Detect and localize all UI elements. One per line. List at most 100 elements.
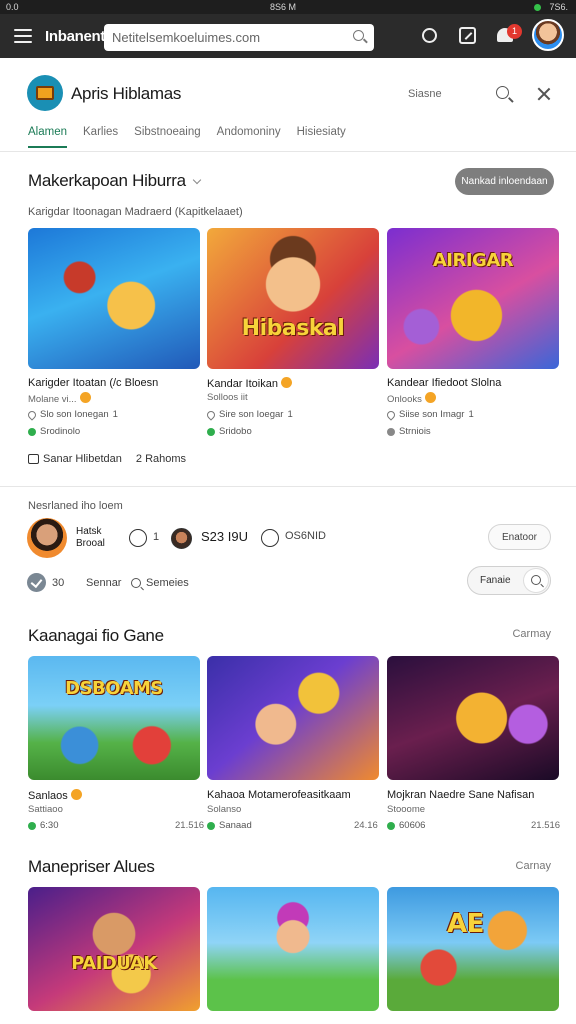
- creator-id: OS6NID: [285, 530, 326, 542]
- tab-3[interactable]: Andomoniny: [217, 126, 281, 148]
- signal-icon: [534, 3, 542, 11]
- creator-count: 1: [153, 531, 160, 543]
- game-thumbnail[interactable]: Hibaskal: [207, 228, 379, 369]
- emoji-icon: [79, 392, 91, 403]
- online-icon: [28, 427, 36, 436]
- thumbnail-title: PAIDUAK: [71, 953, 157, 974]
- tab-0[interactable]: Alamen: [28, 126, 67, 148]
- calendar-icon: [28, 454, 39, 464]
- app-bar: Inbanent Netitelsemkoeluimes.com 1: [0, 14, 576, 58]
- game-thumbnail[interactable]: [207, 887, 379, 1011]
- follow-button[interactable]: Enatoor: [488, 524, 551, 550]
- tab-bar: Alamen Karlies Sibstnoeaing Andomoniny H…: [28, 126, 346, 148]
- address-bar[interactable]: Netitelsemkoeluimes.com: [104, 24, 374, 51]
- menu-icon[interactable]: [14, 29, 32, 43]
- notification-badge: 1: [507, 24, 522, 39]
- game-title[interactable]: Kandar Itoikan: [207, 377, 292, 390]
- creator-avatar[interactable]: [27, 518, 67, 558]
- games-section-title: Kaanagai fio Gane: [28, 626, 164, 645]
- toggle-knob[interactable]: [523, 568, 549, 593]
- game-plays: 21.516: [531, 820, 561, 831]
- follower-avatar[interactable]: [171, 528, 192, 549]
- featured-footer[interactable]: Sanar Hlibetdan 2 Rahoms: [28, 453, 186, 465]
- search-link[interactable]: Semeies: [146, 577, 189, 589]
- heart-icon[interactable]: [385, 408, 397, 421]
- game-players: Sridobo: [207, 426, 252, 437]
- game-title[interactable]: Kandear Ifiedoot Slolna: [387, 377, 501, 389]
- emoji-icon: [424, 392, 436, 403]
- game-meta: Onlooks: [387, 392, 436, 405]
- record-icon[interactable]: [422, 28, 437, 43]
- edit-icon[interactable]: [459, 27, 476, 44]
- game-plays: 24.16: [354, 820, 378, 831]
- game-thumbnail[interactable]: DSBOAMS: [28, 656, 200, 780]
- search-icon[interactable]: [131, 578, 141, 588]
- more-section-title: Manepriser Alues: [28, 857, 155, 876]
- thumbnail-title: AE: [447, 909, 484, 939]
- logo-icon: [36, 86, 54, 100]
- clock-icon: [261, 529, 279, 547]
- creator-followers: 30: [52, 577, 65, 589]
- status-left: 0.0: [6, 2, 19, 12]
- emoji-icon: [70, 789, 82, 800]
- game-thumbnail[interactable]: PAIDUAK: [28, 887, 200, 1011]
- game-title[interactable]: Mojkran Naedre Sane Nafisan: [387, 789, 534, 801]
- game-thumbnail[interactable]: AE: [387, 887, 559, 1011]
- games-see-more[interactable]: Carmay: [512, 628, 551, 640]
- game-meta: Sattiaoo: [28, 804, 63, 815]
- game-players: 60606: [387, 820, 425, 831]
- game-thumbnail[interactable]: AIRIGAR: [387, 228, 559, 369]
- game-meta: Solanso: [207, 804, 242, 815]
- tab-4[interactable]: Hisiesiaty: [297, 126, 346, 148]
- game-meta: Solloos iit: [207, 392, 248, 403]
- tab-1[interactable]: Karlies: [83, 126, 118, 148]
- thumbnail-title: DSBOAMS: [65, 678, 163, 699]
- featured-action-button[interactable]: Nankad inloendaan: [455, 168, 554, 195]
- tab-2[interactable]: Sibstnoeaing: [134, 126, 201, 148]
- game-likes: Slo son Ionegan 1: [26, 408, 118, 421]
- site-title: Apris Hiblamas: [71, 84, 182, 103]
- game-thumbnail[interactable]: [387, 656, 559, 780]
- verified-icon: [27, 573, 46, 592]
- app-name: Inbanent: [45, 28, 106, 45]
- tabs-divider: [0, 151, 576, 152]
- game-title[interactable]: Kahaoa Motamerofeasitkaam: [207, 789, 351, 801]
- profile-avatar[interactable]: [532, 19, 564, 51]
- online-icon: [387, 821, 395, 830]
- heart-icon[interactable]: [26, 408, 38, 421]
- online-icon: [28, 821, 36, 830]
- game-thumbnail[interactable]: [207, 656, 379, 780]
- more-see-more[interactable]: Carnay: [516, 860, 551, 872]
- game-players: Strniois: [387, 426, 431, 437]
- game-title[interactable]: Sanlaos: [28, 789, 82, 802]
- search-icon: [531, 575, 541, 585]
- game-meta: Molane vi...: [28, 392, 91, 405]
- chevron-down-icon[interactable]: [192, 175, 202, 185]
- creator-stat: S23 I9U: [201, 529, 248, 544]
- filter-toggle[interactable]: Fanaie: [467, 566, 551, 595]
- game-players: 6:30: [28, 820, 59, 831]
- battery-label: 7S6.: [549, 2, 568, 12]
- heart-icon[interactable]: [205, 408, 217, 421]
- record-icon[interactable]: [129, 529, 147, 547]
- search-icon[interactable]: [353, 30, 364, 41]
- sennar-link[interactable]: Sennar: [86, 577, 121, 589]
- address-text: Netitelsemkoeluimes.com: [112, 30, 261, 45]
- online-icon: [207, 427, 215, 436]
- status-right: 7S6.: [534, 2, 568, 12]
- status-clock: 8S6 M: [270, 2, 297, 12]
- online-icon: [207, 821, 215, 830]
- site-logo[interactable]: [27, 75, 63, 111]
- share-button[interactable]: Siasne: [408, 88, 442, 100]
- thumbnail-title: Hibaskal: [241, 316, 345, 341]
- search-icon[interactable]: [496, 86, 509, 99]
- creator-name[interactable]: Hatsk Brooal: [76, 526, 105, 550]
- game-plays: 21.516: [175, 820, 205, 831]
- online-icon: [387, 427, 395, 436]
- game-likes: Sire son Ioegar 1: [205, 408, 293, 421]
- game-likes: Siise son Imagr 1: [385, 408, 474, 421]
- close-icon[interactable]: [536, 86, 552, 102]
- game-title[interactable]: Karigder Itoatan (/c Bloesn: [28, 377, 158, 389]
- game-thumbnail[interactable]: [28, 228, 200, 369]
- game-meta: Stooome: [387, 804, 426, 815]
